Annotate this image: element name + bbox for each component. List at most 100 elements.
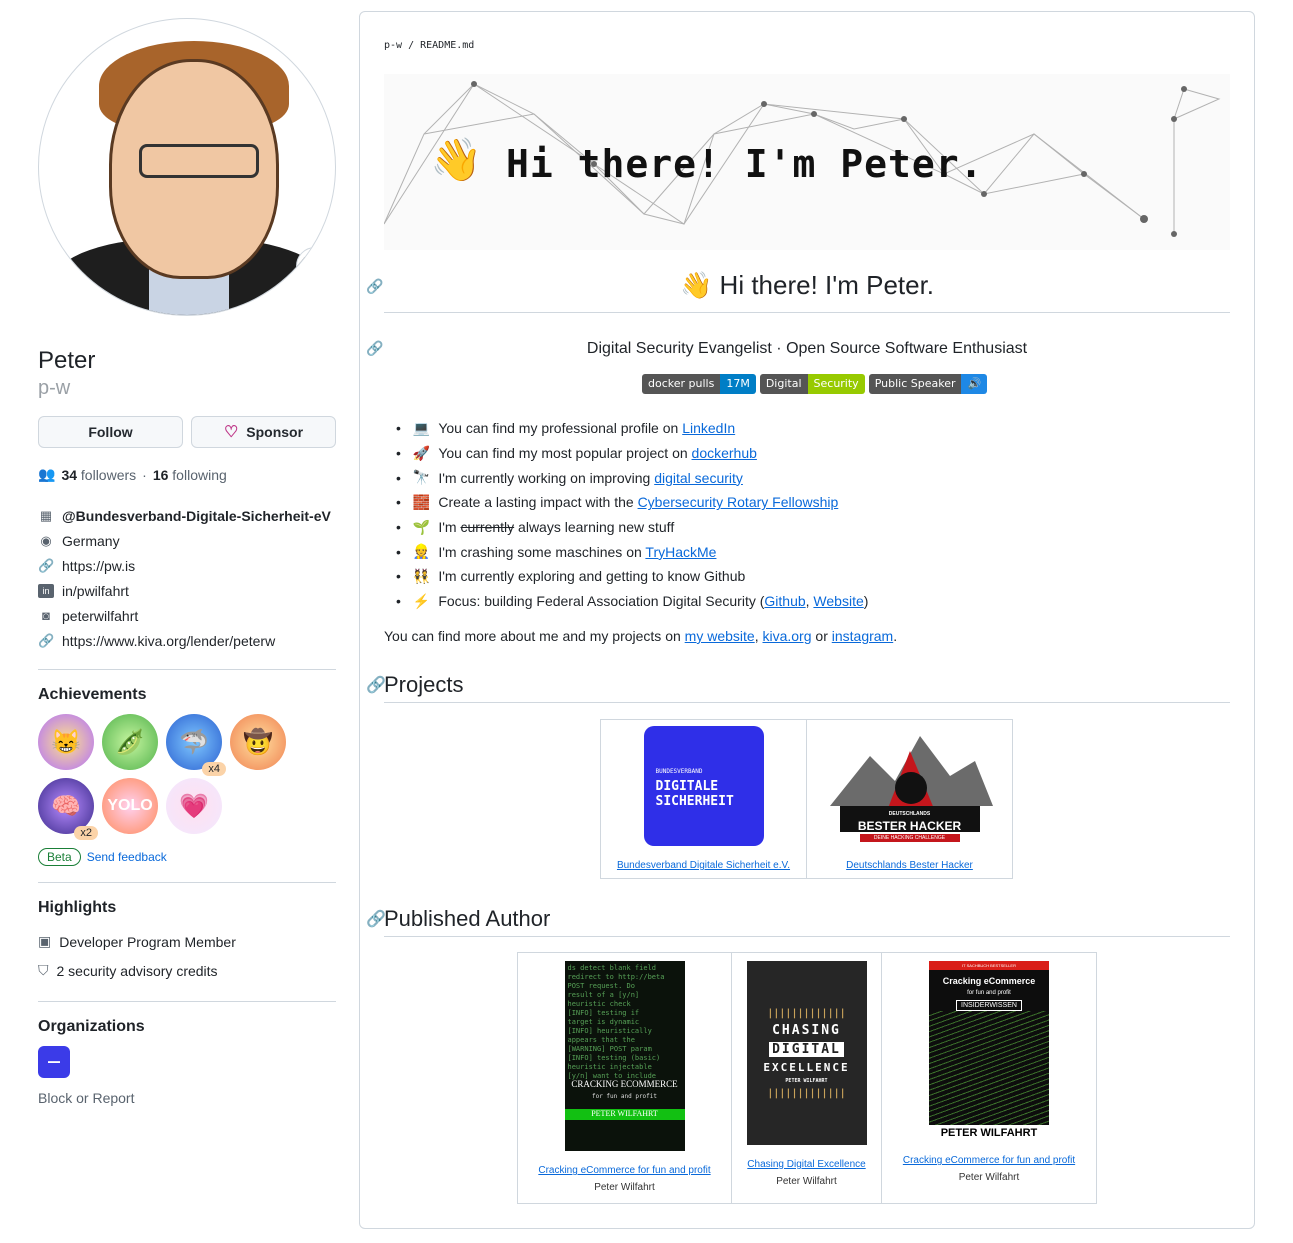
people-icon: 👥 — [38, 466, 56, 482]
book-link[interactable]: Cracking eCommerce for fun and profit — [903, 1155, 1075, 1166]
telescope-icon: 🔭 — [412, 469, 431, 486]
list-item: 🧱 Create a lasting impact with the Cybers… — [396, 490, 868, 515]
project-link[interactable]: Deutschlands Bester Hacker — [846, 860, 973, 871]
achievement-count: x4 — [202, 762, 226, 776]
book-link[interactable]: Cracking eCommerce for fun and profit — [538, 1165, 710, 1176]
wave-emoji-icon: 👋 — [679, 270, 713, 300]
cover-subtitle: for fun and profit — [967, 990, 1011, 996]
highlight-text: 2 security advisory credits — [56, 962, 218, 979]
list-item: 🌱 I'm currently always learning new stuff — [396, 515, 868, 540]
cover-author: PETER WILFAHRT — [785, 1077, 828, 1084]
followers-label: followers — [80, 466, 137, 483]
bullet-text: always learning new stuff — [514, 519, 675, 536]
book-cover[interactable]: IT SACHBUCH BESTSELLER Cracking eCommerc… — [929, 961, 1049, 1141]
achievement-badge-starstruck[interactable]: 😸 — [38, 714, 94, 770]
organization-icon: ▦ — [39, 507, 53, 523]
detail-org[interactable]: ▦ @Bundesverband-Digitale-Sicherheit-eV — [38, 503, 336, 528]
detail-linkedin[interactable]: in in/pwilfahrt — [38, 578, 336, 603]
list-item: 💻 You can find my professional profile on… — [396, 416, 868, 441]
bester-hacker-logo[interactable]: DEUTSCHLANDS BESTER HACKER DEINE HACKING… — [825, 726, 995, 846]
shield-public-speaker[interactable]: Public Speaker 🔊 — [868, 374, 988, 394]
cover-code-pattern — [929, 1011, 1049, 1125]
detail-kiva[interactable]: 🔗 https://www.kiva.org/lender/peterw — [38, 628, 336, 653]
profile-login: p-w — [38, 377, 71, 399]
book-cell: ||||||||||||| CHASING DIGITAL EXCELLENCE… — [732, 953, 882, 1203]
instagram-icon: ◙ — [42, 608, 50, 623]
follow-button[interactable]: Follow — [38, 416, 183, 448]
readme-heading-text: Hi there! I'm Peter. — [719, 270, 935, 300]
highlights-list: ▣ Developer Program Member ⛉ 2 security ad… — [38, 927, 336, 985]
highlight-item[interactable]: ⛉ 2 security advisory credits — [38, 956, 336, 985]
anchor-link-icon[interactable]: 🔗 — [366, 675, 386, 695]
send-feedback-link[interactable]: Send feedback — [87, 850, 167, 864]
projects-table: BUNDESVERBAND DIGITALE SICHERHEIT Bundes… — [600, 719, 1013, 879]
anchor-link-icon[interactable]: 🔗 — [366, 909, 386, 929]
following-link[interactable]: 16 following — [153, 467, 227, 483]
shield-icon: ⛉ — [38, 962, 49, 978]
org-avatar[interactable]: ▬▬ — [38, 1046, 70, 1078]
bullet-text: Create a lasting impact with the — [438, 494, 638, 511]
divider — [38, 1001, 336, 1002]
dockerhub-link[interactable]: dockerhub — [692, 445, 757, 461]
achievement-badge-pull-shark[interactable]: 🦈 x4 — [166, 714, 226, 776]
my-website-link[interactable]: my website — [685, 628, 755, 644]
readme-bullets: 💻 You can find my professional profile on… — [396, 416, 869, 614]
shield-digital-security[interactable]: Digital Security — [759, 374, 865, 394]
bvds-logo[interactable]: BUNDESVERBAND DIGITALE SICHERHEIT — [643, 726, 764, 846]
linkedin-link[interactable]: LinkedIn — [682, 420, 735, 436]
more-text: . — [893, 628, 898, 644]
github-link[interactable]: Github — [764, 593, 805, 609]
lightning-icon: ⚡ — [412, 592, 431, 609]
tryhackme-link[interactable]: TryHackMe — [645, 544, 716, 560]
cover-author: PETER WILFAHRT — [929, 1125, 1049, 1141]
more-text: or — [811, 628, 832, 644]
bullet-text: I'm crashing some maschines on — [438, 543, 646, 560]
detail-text: https://pw.is — [62, 557, 136, 574]
linkedin-icon: in — [38, 583, 54, 598]
achievement-badge-public-sponsor[interactable]: 💗 — [166, 778, 222, 834]
list-item: 👷 I'm crashing some maschines on TryHackM… — [396, 539, 868, 564]
digital-security-link[interactable]: digital security — [654, 470, 743, 486]
avatar[interactable]: ◎ — [38, 18, 336, 316]
instagram-link[interactable]: instagram — [832, 628, 893, 644]
website-link[interactable]: Website — [813, 593, 863, 609]
sponsor-button[interactable]: ♡ Sponsor — [191, 416, 336, 448]
rotary-fellowship-link[interactable]: Cybersecurity Rotary Fellowship — [638, 494, 839, 510]
detail-website[interactable]: 🔗 https://pw.is — [38, 553, 336, 578]
logo-text: DIGITALE — [655, 778, 719, 794]
book-author: Peter Wilfahrt — [594, 1182, 655, 1193]
detail-instagram[interactable]: ◙ peterwilfahrt — [38, 603, 336, 628]
readme-breadcrumb[interactable]: p-w / README.md — [384, 40, 474, 51]
following-count: 16 — [152, 466, 169, 483]
project-cell: DEUTSCHLANDS BESTER HACKER DEINE HACKING… — [807, 720, 1012, 878]
cover-title: Cracking eCommerce — [942, 976, 1036, 986]
shield-label: docker pulls — [642, 374, 721, 394]
detail-location: ◉ Germany — [38, 528, 336, 553]
bullet-text: You can find my professional profile on — [438, 420, 683, 437]
achievements-feedback: Beta Send feedback — [38, 848, 336, 866]
cover-author: PETER WILFAHRT — [564, 1109, 685, 1120]
achievement-badge-yolo[interactable]: YOLO — [102, 778, 158, 834]
book-cover[interactable]: ||||||||||||| CHASING DIGITAL EXCELLENCE… — [746, 961, 867, 1145]
cover-code-pattern: ds detect blank field redirect to http://… — [567, 964, 665, 1080]
project-link[interactable]: Bundesverband Digitale Sicherheit e.V. — [617, 860, 790, 871]
status-target-icon[interactable]: ◎ — [296, 247, 334, 285]
book-link[interactable]: Chasing Digital Excellence — [747, 1159, 865, 1170]
avatar-glasses — [139, 144, 259, 178]
cover-title: DIGITAL — [769, 1041, 844, 1057]
anchor-link-icon[interactable]: 🔗 — [366, 278, 383, 295]
detail-text: @Bundesverband-Digitale-Sicherheit-eV — [62, 507, 331, 524]
block-report-link[interactable]: Block or Report — [38, 1090, 336, 1106]
achievements-list: 😸 🫛 🦈 x4 🤠 🧠 x2 YOLO 💗 — [38, 714, 298, 840]
followers-link[interactable]: 34 followers — [61, 467, 136, 483]
achievement-badge-quickdraw[interactable]: 🤠 — [230, 714, 286, 770]
book-cover[interactable]: ds detect blank field redirect to http://… — [564, 961, 685, 1151]
achievement-badge-galaxy-brain[interactable]: 🧠 x2 — [38, 778, 98, 840]
kiva-link[interactable]: kiva.org — [762, 628, 811, 644]
achievement-badge-pair-extraordinaire[interactable]: 🫛 — [102, 714, 158, 770]
projects-heading: Projects — [384, 672, 464, 697]
rocket-icon: 🚀 — [412, 444, 431, 461]
anchor-link-icon[interactable]: 🔗 — [366, 340, 383, 357]
shield-docker-pulls[interactable]: docker pulls 17M — [642, 374, 756, 394]
list-item: 🚀 You can find my most popular project on… — [396, 441, 868, 466]
